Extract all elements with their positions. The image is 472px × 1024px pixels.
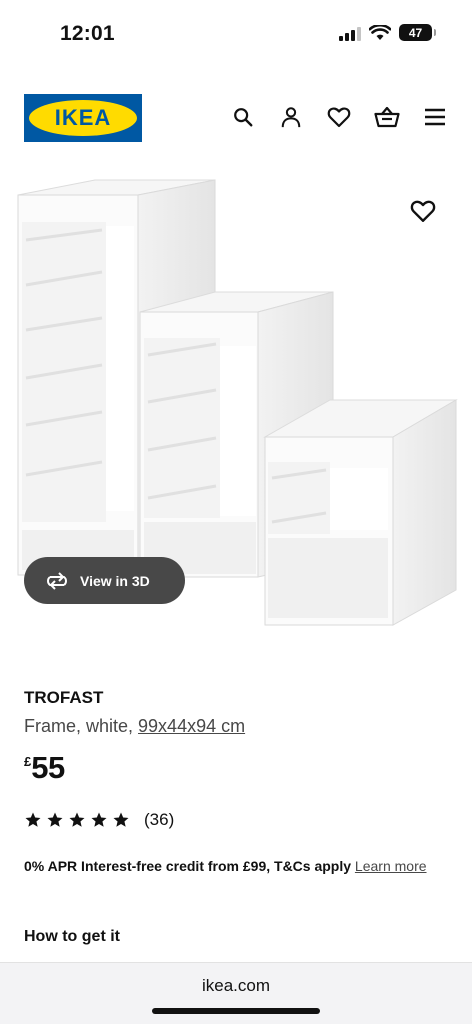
star-icon <box>47 812 63 827</box>
view-in-3d-button[interactable]: View in 3D <box>24 557 185 604</box>
learn-more-link[interactable]: Learn more <box>355 858 427 874</box>
product-rating[interactable]: (36) <box>24 810 174 830</box>
star-icon <box>69 812 85 827</box>
product-name: TROFAST <box>24 688 104 707</box>
product-price: £ 55 <box>24 750 65 786</box>
rotate-3d-icon <box>47 571 67 590</box>
price-value: 55 <box>31 750 65 785</box>
status-bar: 12:01 47 <box>0 0 472 70</box>
star-icon <box>113 812 129 827</box>
logo-text: IKEA <box>54 105 112 130</box>
status-icons: 47 <box>339 24 436 41</box>
credit-offer-text: 0% APR Interest-free credit from £99, T&… <box>24 858 352 874</box>
rating-count: (36) <box>144 810 175 829</box>
header-actions <box>230 104 448 130</box>
price-currency: £ <box>24 754 32 769</box>
search-icon[interactable] <box>230 104 256 130</box>
how-to-get-it-heading[interactable]: How to get it <box>24 928 120 946</box>
account-icon[interactable] <box>278 104 304 130</box>
product-description: Frame, white, 99x44x94 cm <box>24 716 245 737</box>
battery-level: 47 <box>408 25 423 40</box>
product-description-text: Frame, white, <box>24 716 139 736</box>
home-indicator[interactable] <box>152 1008 320 1014</box>
credit-offer: 0% APR Interest-free credit from £99, T&… <box>24 855 444 877</box>
star-icon <box>25 812 41 827</box>
ikea-logo[interactable]: IKEA <box>24 94 142 142</box>
site-header: IKEA <box>0 94 472 144</box>
wishlist-icon[interactable] <box>326 104 352 130</box>
product-dimensions-link[interactable]: 99x44x94 cm <box>138 716 245 736</box>
url-text[interactable]: ikea.com <box>0 976 472 996</box>
menu-icon[interactable] <box>422 104 448 130</box>
view-in-3d-label: View in 3D <box>80 572 150 589</box>
battery-icon: 47 <box>399 24 436 41</box>
basket-icon[interactable] <box>374 104 400 130</box>
star-icon <box>91 812 107 827</box>
browser-url-bar[interactable]: ikea.com <box>0 962 472 1024</box>
status-time: 12:01 <box>60 22 115 45</box>
wifi-icon <box>369 24 391 40</box>
signal-icon <box>339 25 361 41</box>
add-to-wishlist-icon[interactable] <box>410 198 436 224</box>
